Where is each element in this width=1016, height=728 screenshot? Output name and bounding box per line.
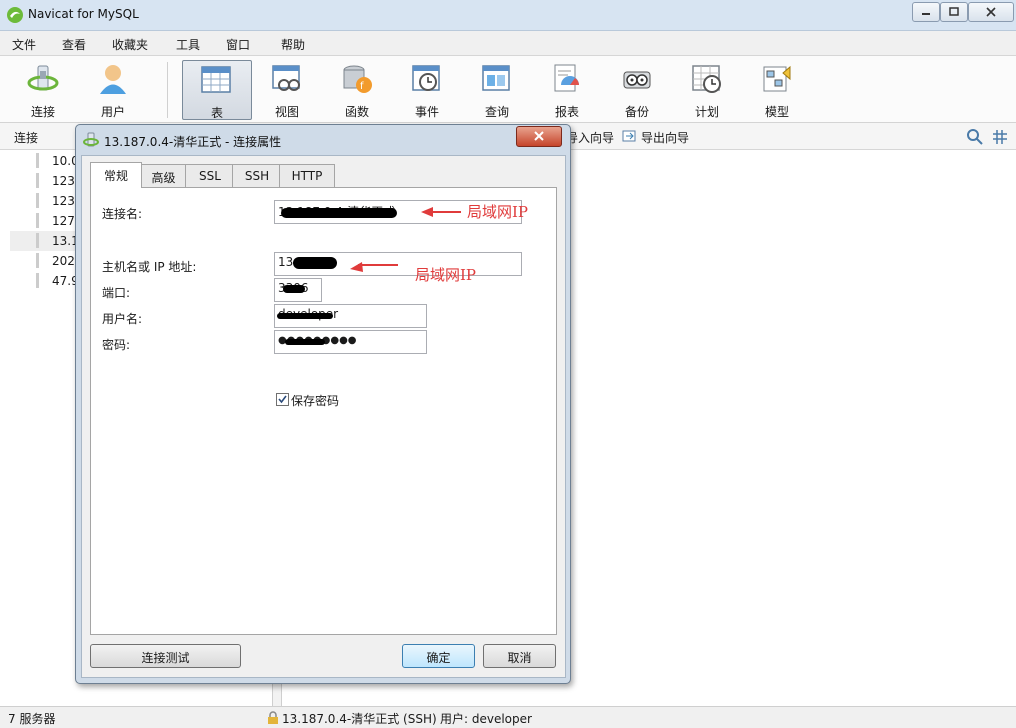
redaction-mark [281, 208, 397, 218]
status-connection: 13.187.0.4-清华正式 (SSH) [282, 712, 437, 726]
username-field[interactable]: developer [274, 304, 427, 328]
view-icon [272, 65, 300, 91]
redaction-mark [277, 313, 333, 319]
schedule-icon [692, 65, 721, 93]
toolbar-user-button[interactable]: 用户 [80, 60, 146, 119]
tab-http[interactable]: HTTP [279, 164, 335, 187]
tab-advanced[interactable]: 高级 [139, 164, 188, 187]
annotation-arrow-icon [350, 262, 398, 272]
export-wizard-icon [622, 130, 636, 142]
redaction-mark [293, 257, 337, 269]
menu-help[interactable]: 帮助 [281, 36, 305, 53]
tab-general[interactable]: 常规 [90, 162, 142, 188]
username-label: 用户名: [102, 312, 143, 326]
dialog-close-button[interactable] [516, 126, 562, 147]
export-wizard-button[interactable]: 导出向导 [641, 129, 689, 146]
title-bar: Navicat for MySQL [0, 0, 1016, 31]
maximize-button[interactable] [940, 2, 968, 22]
grid-view-icon[interactable] [991, 128, 1009, 146]
save-password-checkbox[interactable] [276, 393, 289, 406]
dialog-body: 常规 高级 SSL SSH HTTP 连接名: 13.187.0.4-清华正式 … [81, 155, 566, 678]
import-wizard-button[interactable]: 导入向导 [566, 129, 614, 146]
toolbar-report-button[interactable]: 报表 [534, 60, 600, 119]
toolbar-separator [167, 62, 168, 118]
navicat-logo-icon [7, 7, 23, 23]
close-icon [534, 131, 544, 141]
status-user: 用户: developer [440, 712, 532, 726]
toolbar-view-button[interactable]: 视图 [254, 60, 320, 119]
connection-panel-label: 连接 [14, 131, 39, 145]
svg-text:f: f [360, 81, 364, 92]
function-icon: f [343, 65, 372, 93]
redaction-mark [283, 285, 305, 293]
menu-bar: 文件 查看 收藏夹 工具 窗口 帮助 [0, 31, 1016, 56]
server-count: 7 服务器 [8, 712, 56, 726]
annotation-text: 局域网IP [467, 203, 529, 221]
table-icon [201, 66, 231, 93]
close-window-button[interactable] [968, 2, 1014, 22]
toolbar-query-button[interactable]: 查询 [464, 60, 530, 119]
checkmark-icon [278, 395, 287, 404]
menu-file[interactable]: 文件 [12, 36, 36, 53]
connection-name-label: 连接名: [102, 207, 143, 221]
host-label: 主机名或 IP 地址: [102, 260, 197, 274]
connection-icon [83, 132, 99, 147]
query-icon [482, 65, 510, 91]
close-icon [986, 7, 996, 17]
status-bar: 7 服务器 13.187.0.4-清华正式 (SSH) 用户: develope… [0, 706, 1016, 728]
menu-tools[interactable]: 工具 [176, 36, 200, 53]
port-field[interactable]: 3306 [274, 278, 322, 302]
lock-icon [268, 711, 278, 724]
user-icon [100, 65, 126, 94]
main-toolbar: 连接 用户 表 视图 f 函数 事件 查询 报表 备份 计划 模型 [0, 56, 1016, 123]
model-icon [763, 65, 791, 92]
save-password-label: 保存密码 [291, 394, 340, 408]
test-connection-button[interactable]: 连接测试 [90, 644, 241, 668]
search-icon[interactable] [966, 128, 984, 146]
port-label: 端口: [102, 286, 131, 300]
toolbar-model-button[interactable]: 模型 [744, 60, 810, 119]
toolbar-table-button[interactable]: 表 [182, 60, 252, 120]
annotation-arrow-icon [421, 207, 461, 217]
toolbar-event-button[interactable]: 事件 [394, 60, 460, 119]
menu-favorites[interactable]: 收藏夹 [112, 36, 148, 53]
toolbar-connection-button[interactable]: 连接 [10, 60, 76, 119]
backup-icon [623, 71, 651, 89]
connection-icon [27, 65, 59, 91]
toolbar-function-button[interactable]: f 函数 [324, 60, 390, 119]
minimize-icon [922, 13, 930, 15]
tab-ssh[interactable]: SSH [232, 164, 282, 187]
connection-properties-dialog: 13.187.0.4-清华正式 - 连接属性 常规 高级 SSL SSH HTT… [75, 124, 571, 684]
menu-window[interactable]: 窗口 [226, 36, 250, 53]
menu-view[interactable]: 查看 [62, 36, 86, 53]
password-label: 密码: [102, 338, 131, 352]
toolbar-backup-button[interactable]: 备份 [604, 60, 670, 119]
ok-button[interactable]: 确定 [402, 644, 475, 668]
annotation-text: 局域网IP [415, 266, 477, 284]
minimize-button[interactable] [912, 2, 940, 22]
dialog-title: 13.187.0.4-清华正式 - 连接属性 [104, 135, 282, 149]
toolbar-schedule-button[interactable]: 计划 [674, 60, 740, 119]
general-tab-panel: 连接名: 13.187.0.4-清华正式 主机名或 IP 地址: 13.187 … [90, 187, 557, 635]
window-title: Navicat for MySQL [28, 7, 139, 21]
redaction-mark [285, 339, 325, 345]
password-field[interactable]: ●●●●●●●●● [274, 330, 427, 354]
tab-ssl[interactable]: SSL [185, 164, 235, 187]
cancel-button[interactable]: 取消 [483, 644, 556, 668]
event-icon [412, 65, 440, 91]
maximize-icon [949, 7, 959, 16]
report-icon [554, 64, 579, 92]
